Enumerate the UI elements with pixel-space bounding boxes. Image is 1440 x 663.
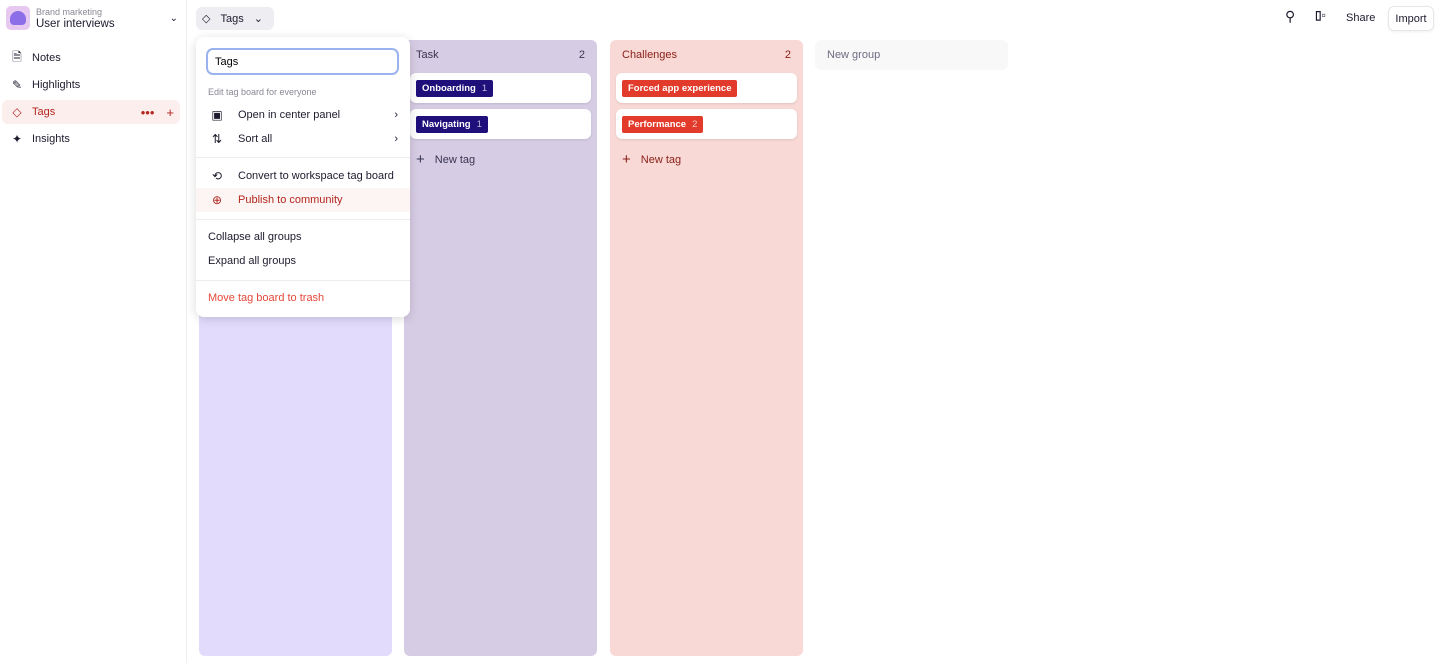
tag-board-menu: Edit tag board for everyone ▣Open in cen…: [196, 37, 410, 317]
group-title[interactable]: Task: [416, 49, 439, 73]
tag-board-dropdown[interactable]: ◇ Tags ⌄: [196, 7, 274, 30]
tag-chip: Forced app experience: [622, 79, 738, 97]
new-tag-button[interactable]: + New tag: [610, 145, 803, 174]
menu-collapse-all[interactable]: Collapse all groups: [196, 225, 410, 249]
workspace-name: Brand marketing: [36, 6, 103, 17]
menu-open-center-panel[interactable]: ▣ Open in center panel ›: [196, 103, 410, 127]
group-column-task: Task 2 Onboarding 1 Navigating 1 + New tag: [404, 40, 597, 656]
sidebar-item-label: Tags: [32, 106, 56, 118]
sidebar-item-label: Insights: [32, 133, 70, 145]
share-button[interactable]: Share: [1346, 12, 1375, 24]
menu-convert[interactable]: ⟲ Convert to workspace tag board: [196, 164, 410, 188]
tag-icon: ◇: [202, 13, 211, 25]
menu-sort-all[interactable]: ⇅ Sort all ›: [196, 127, 410, 151]
workspace-switcher[interactable]: Brand marketing User interviews ⌄: [6, 6, 178, 30]
board-label: Tags: [220, 12, 244, 25]
chevron-right-icon: ›: [394, 109, 398, 121]
sidebar-item-highlights[interactable]: ✎ Highlights: [2, 73, 180, 97]
sidebar-item-label: Highlights: [32, 79, 81, 91]
avatar: [6, 6, 30, 30]
globe-icon: ⊕: [211, 193, 223, 207]
tag-chip: Onboarding 1: [416, 79, 494, 97]
tag-card[interactable]: Performance 2: [616, 109, 797, 139]
menu-move-to-trash[interactable]: Move tag board to trash: [196, 286, 410, 310]
board-name-input[interactable]: [206, 48, 399, 75]
note-icon: 🗎: [12, 49, 22, 64]
sidebar-item-notes[interactable]: 🗎 Notes: [2, 46, 180, 70]
tag-chip: Performance 2: [622, 115, 704, 133]
tag-icon: ◇: [12, 105, 22, 119]
group-count: 2: [578, 49, 585, 61]
sidebar-item-tags[interactable]: ◇ Tags ••• +: [2, 100, 180, 124]
tag-chip: Navigating 1: [416, 115, 488, 133]
sidebar-item-insights[interactable]: ✦ Insights: [2, 127, 180, 151]
group-title[interactable]: Challenges: [622, 49, 677, 73]
sidebar: Brand marketing User interviews ⌄ 🗎 Notes …: [0, 0, 187, 663]
convert-icon: ⟲: [211, 169, 223, 183]
chevron-down-icon: ⌄: [253, 13, 263, 25]
menu-section-label: Edit tag board for everyone: [208, 87, 317, 97]
layout-icon[interactable]: ▯▫: [1315, 8, 1326, 22]
tag-card[interactable]: Navigating 1: [410, 109, 591, 139]
panel-icon: ▣: [211, 108, 223, 122]
import-button[interactable]: Import: [1388, 6, 1434, 31]
menu-expand-all[interactable]: Expand all groups: [196, 249, 410, 273]
pen-icon: ✎: [11, 78, 23, 92]
menu-publish[interactable]: ⊕ Publish to community: [196, 188, 410, 212]
group-count: 2: [784, 49, 791, 61]
search-icon[interactable]: ⚲: [1285, 8, 1295, 25]
project-name: User interviews: [36, 17, 115, 30]
new-tag-button[interactable]: + New tag: [404, 145, 597, 174]
sidebar-item-label: Notes: [32, 52, 61, 64]
plus-icon[interactable]: +: [166, 105, 174, 120]
more-icon[interactable]: •••: [141, 105, 155, 120]
chevron-down-icon[interactable]: ⌄: [170, 13, 178, 24]
chevron-right-icon: ›: [394, 133, 398, 145]
group-column-challenges: Challenges 2 Forced app experience Perfor…: [610, 40, 803, 656]
sparkle-icon: ✦: [11, 132, 23, 146]
plus-icon: +: [416, 151, 425, 168]
sort-icon: ⇅: [211, 132, 223, 146]
new-group-button[interactable]: New group: [815, 40, 1008, 70]
tag-card[interactable]: Onboarding 1: [410, 73, 591, 103]
plus-icon: +: [622, 151, 631, 168]
tag-card[interactable]: Forced app experience: [616, 73, 797, 103]
